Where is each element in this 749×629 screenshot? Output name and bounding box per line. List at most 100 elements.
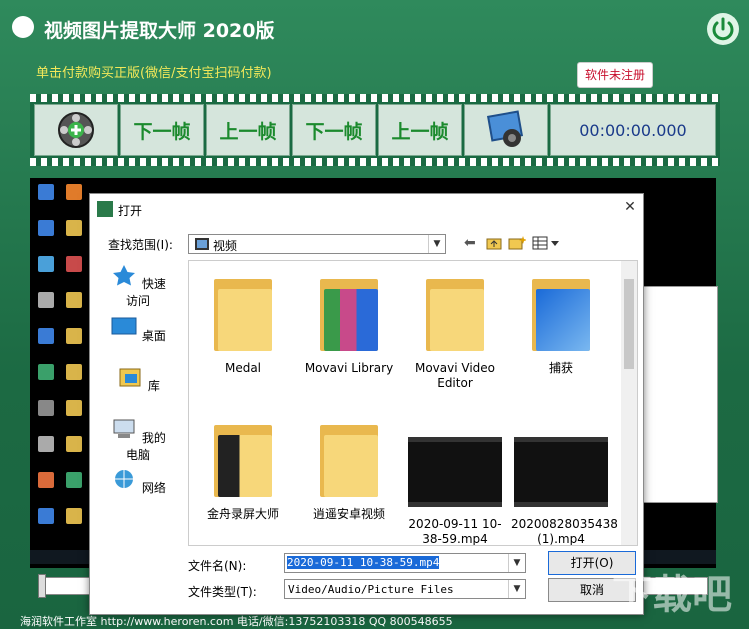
place-my-computer[interactable]: 我的电脑 (108, 418, 168, 463)
place-label: 桌面 (141, 329, 166, 343)
folder-icon (214, 275, 272, 351)
desktop-icon (66, 508, 82, 524)
place-label: 网络 (141, 481, 166, 495)
library-icon (119, 368, 141, 387)
file-item[interactable]: 金舟录屏大师 (193, 421, 293, 522)
seek-bar-thumb[interactable] (38, 574, 46, 598)
scrollbar-thumb[interactable] (624, 279, 634, 369)
star-icon (113, 265, 136, 286)
app-title: 视频图片提取大师 2020版 (44, 20, 275, 42)
chevron-down-icon: ▼ (508, 554, 525, 572)
folder-icon (426, 275, 484, 351)
dialog-title: 打开 (118, 204, 143, 218)
next-frame-button-2[interactable]: 下一帧 (292, 104, 376, 156)
file-item[interactable]: Medal (193, 275, 293, 376)
file-item[interactable]: Movavi Library (299, 275, 399, 376)
toolbar-filmstrip: 下一帧 上一帧 下一帧 上一帧 00:00:00.000 (30, 94, 720, 166)
photo-capture-icon (486, 110, 524, 147)
film-sprockets-bottom (30, 158, 720, 166)
background-window (642, 286, 718, 503)
register-status-button[interactable]: 软件未注册 (577, 62, 653, 88)
capture-image-button[interactable] (464, 104, 548, 156)
new-folder-icon[interactable] (508, 236, 526, 250)
up-folder-icon[interactable] (486, 236, 502, 250)
place-label: 库 (147, 379, 160, 393)
file-item[interactable]: 20200828035438 (1).mp4 (511, 431, 618, 545)
power-icon[interactable] (706, 12, 740, 46)
place-quick-access[interactable]: 快速访问 (108, 264, 168, 309)
look-in-label: 查找范围(I): (108, 238, 173, 252)
file-list-scrollbar[interactable] (621, 261, 637, 545)
filetype-dropdown[interactable]: Video/Audio/Picture Files ▼ (284, 579, 526, 599)
folder-icon (532, 275, 590, 351)
computer-icon (113, 419, 135, 438)
file-label: Movavi Library (304, 361, 394, 375)
video-folder-icon (195, 238, 209, 250)
desktop-icon (66, 364, 82, 380)
chevron-down-icon: ▼ (508, 580, 525, 598)
back-arrow-icon[interactable]: ⬅ (464, 235, 476, 251)
app-logo-icon (12, 16, 34, 38)
desktop-icon (38, 436, 54, 452)
desktop-icon (38, 220, 54, 236)
file-label: Medal (224, 361, 262, 375)
dialog-app-icon (97, 201, 113, 217)
file-item[interactable]: 2020-09-11 10-38-59.mp4 (405, 431, 505, 546)
timecode-display: 00:00:00.000 (550, 104, 716, 156)
desktop-icon (38, 400, 54, 416)
file-item[interactable]: 捕获 (511, 275, 611, 376)
desktop-icon (66, 184, 82, 200)
footer-contact: 海润软件工作室 http://www.heroren.com 电话/微信:137… (20, 615, 453, 628)
prev-frame-button-1[interactable]: 上一帧 (206, 104, 290, 156)
watermark-logo: 下载吧 (612, 571, 732, 618)
desktop-icon (38, 256, 54, 272)
filename-label: 文件名(N): (188, 559, 247, 573)
look-in-value: 视频 (213, 239, 238, 253)
file-list[interactable]: Medal Movavi Library Movavi Video Editor… (188, 260, 638, 546)
desktop-icon (66, 472, 82, 488)
filetype-label: 文件类型(T): (188, 585, 257, 599)
place-desktop[interactable]: 桌面 (108, 316, 168, 344)
file-label: 20200828035438 (1).mp4 (511, 517, 618, 546)
file-label: 捕获 (548, 361, 573, 375)
file-label: 2020-09-11 10-38-59.mp4 (408, 517, 502, 546)
desktop-icon (38, 364, 54, 380)
film-reel-add-icon (58, 112, 94, 148)
file-label: 金舟录屏大师 (206, 507, 279, 521)
purchase-link[interactable]: 单击付款购买正版(微信/支付宝扫码付款) (36, 62, 272, 81)
file-label: Movavi Video Editor (414, 361, 496, 390)
file-item[interactable]: Movavi Video Editor (405, 275, 505, 391)
desktop-icon (66, 292, 82, 308)
file-item[interactable]: 逍遥安卓视频 (299, 421, 399, 522)
desktop-icon (38, 292, 54, 308)
chevron-down-icon: ▼ (428, 235, 445, 253)
video-thumbnail-icon (514, 437, 608, 507)
desktop-icon (38, 508, 54, 524)
file-label: 逍遥安卓视频 (312, 507, 385, 521)
view-menu-icon[interactable] (532, 236, 560, 250)
filename-value: 2020-09-11 10-38-59.mp4 (287, 556, 440, 569)
look-in-dropdown[interactable]: 视频 ▼ (188, 234, 446, 254)
desktop-icon (66, 256, 82, 272)
next-frame-button-1[interactable]: 下一帧 (120, 104, 204, 156)
filetype-value: Video/Audio/Picture Files (288, 583, 454, 596)
desktop-icon (66, 220, 82, 236)
place-network[interactable]: 网络 (108, 468, 168, 496)
open-file-dialog: 打开 ✕ 查找范围(I): 视频 ▼ ⬅ 快速访问 桌面 库 我的电脑 网络 M… (89, 193, 644, 615)
desktop-icon (66, 436, 82, 452)
desktop-icon (66, 400, 82, 416)
filename-input[interactable]: 2020-09-11 10-38-59.mp4 ▼ (284, 553, 526, 573)
desktop-icon (66, 328, 82, 344)
place-library[interactable]: 库 (108, 366, 168, 394)
desktop-icon (111, 317, 137, 335)
open-file-button[interactable] (34, 104, 118, 156)
desktop-icon (38, 184, 54, 200)
desktop-icon (38, 328, 54, 344)
desktop-icon (38, 472, 54, 488)
network-icon (115, 470, 134, 488)
folder-icon (320, 421, 378, 497)
prev-frame-button-2[interactable]: 上一帧 (378, 104, 462, 156)
film-sprockets-top (30, 94, 720, 102)
video-thumbnail-icon (408, 437, 502, 507)
close-icon[interactable]: ✕ (622, 199, 638, 215)
